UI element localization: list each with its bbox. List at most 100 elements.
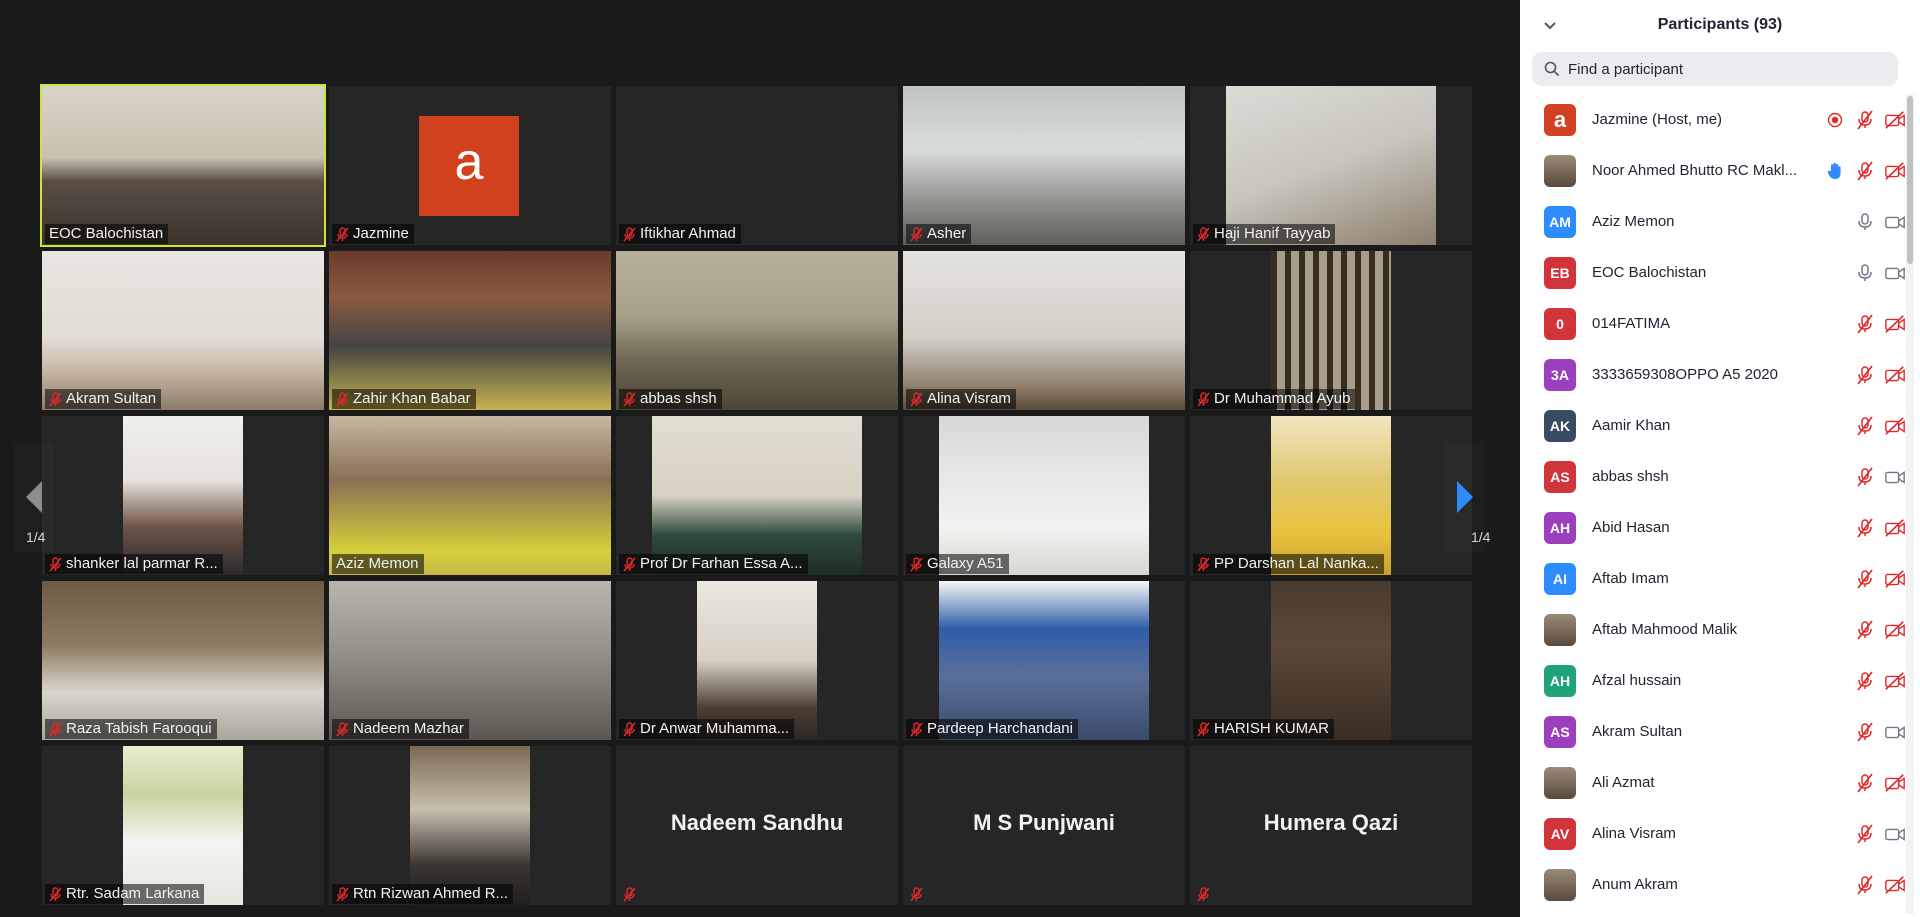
participant-row[interactable]: AM Aziz Memon — [1520, 196, 1910, 247]
video-tile[interactable]: Alina Visram — [903, 251, 1185, 410]
video-tile[interactable]: shanker lal parmar R... — [42, 416, 324, 575]
participant-list[interactable]: a Jazmine (Host, me) Noor Ahmed Bhutto RC … — [1520, 94, 1910, 910]
video-tile[interactable]: M S Punjwani — [903, 746, 1185, 905]
participant-name: Ali Azmat — [1592, 774, 1655, 791]
participant-status-icons — [1854, 466, 1906, 487]
participant-avatar: AS — [1544, 715, 1576, 748]
video-status[interactable] — [1884, 569, 1906, 589]
participant-row[interactable]: Noor Ahmed Bhutto RC Makl... — [1520, 145, 1910, 196]
video-tile[interactable]: Galaxy A51 — [903, 416, 1185, 575]
gallery-view: EOC Balochistan a Jazmine Iftikhar Ahmad Ash… — [0, 0, 1520, 917]
participant-row[interactable]: EB EOC Balochistan — [1520, 247, 1910, 298]
participant-row[interactable]: AH Abid Hasan — [1520, 502, 1910, 553]
mic-status[interactable] — [1854, 212, 1876, 232]
video-off-icon — [1885, 110, 1905, 129]
video-status[interactable] — [1884, 416, 1906, 436]
video-tile[interactable]: abbas shsh — [616, 251, 898, 410]
video-tile[interactable]: Dr Anwar Muhamma... — [616, 581, 898, 740]
video-tile[interactable]: Dr Muhammad Ayub — [1190, 251, 1472, 410]
participant-row[interactable]: AH Afzal hussain — [1520, 655, 1910, 706]
mic-status[interactable] — [1854, 517, 1876, 538]
mic-status[interactable] — [1854, 721, 1876, 742]
mic-status[interactable] — [1854, 670, 1876, 691]
video-status[interactable] — [1884, 212, 1906, 232]
participant-name: Raza Tabish Farooqui — [66, 720, 212, 737]
participant-row[interactable]: 0 014FATIMA — [1520, 298, 1910, 349]
search-input[interactable] — [1568, 60, 1868, 78]
participant-row[interactable]: AK Aamir Khan — [1520, 400, 1910, 451]
mic-status[interactable] — [1854, 160, 1876, 181]
video-status[interactable] — [1884, 467, 1906, 487]
mic-status[interactable] — [1854, 313, 1876, 334]
video-tile[interactable]: Nadeem Mazhar — [329, 581, 611, 740]
video-off-icon — [1885, 314, 1905, 333]
raised-hand-indicator[interactable] — [1824, 161, 1846, 181]
participant-row[interactable]: Ali Azmat — [1520, 757, 1910, 808]
participant-row[interactable]: AS Akram Sultan — [1520, 706, 1910, 757]
video-tile[interactable]: Rtn Rizwan Ahmed R... — [329, 746, 611, 905]
video-tile[interactable]: Humera Qazi — [1190, 746, 1472, 905]
video-status[interactable] — [1884, 824, 1906, 844]
mic-muted-icon — [1857, 160, 1873, 181]
video-tile[interactable]: Rtr. Sadam Larkana — [42, 746, 324, 905]
video-tile[interactable]: Zahir Khan Babar — [329, 251, 611, 410]
video-tile[interactable]: Pardeep Harchandani — [903, 581, 1185, 740]
video-tile[interactable]: Akram Sultan — [42, 251, 324, 410]
video-tile[interactable]: Haji Hanif Tayyab — [1190, 86, 1472, 245]
participant-row[interactable]: AV Alina Visram — [1520, 808, 1910, 859]
participant-row[interactable]: Anum Akram — [1520, 859, 1910, 910]
mic-status[interactable] — [1854, 415, 1876, 436]
participant-row[interactable]: AI Aftab Imam — [1520, 553, 1910, 604]
participant-display-name: Humera Qazi — [1263, 810, 1399, 835]
mic-status[interactable] — [1854, 568, 1876, 589]
video-status[interactable] — [1884, 722, 1906, 742]
video-status[interactable] — [1884, 671, 1906, 691]
video-status[interactable] — [1884, 263, 1906, 283]
video-feed — [1271, 251, 1391, 410]
mic-status[interactable] — [1854, 364, 1876, 385]
video-tile[interactable]: PP Darshan Lal Nanka... — [1190, 416, 1472, 575]
mic-status[interactable] — [1854, 772, 1876, 793]
video-tile[interactable]: Asher — [903, 86, 1185, 245]
video-status[interactable] — [1884, 875, 1906, 895]
video-status[interactable] — [1884, 110, 1906, 130]
video-tile[interactable]: Nadeem Sandhu — [616, 746, 898, 905]
video-feed — [1271, 581, 1391, 740]
participant-status-icons — [1854, 364, 1906, 385]
video-status[interactable] — [1884, 365, 1906, 385]
participant-name: Jazmine (Host, me) — [1592, 111, 1723, 128]
video-status[interactable] — [1884, 314, 1906, 334]
mic-status[interactable] — [1854, 823, 1876, 844]
video-tile[interactable]: HARISH KUMAR — [1190, 581, 1472, 740]
video-status[interactable] — [1884, 620, 1906, 640]
scrollbar-thumb[interactable] — [1907, 96, 1913, 264]
participant-row[interactable]: Aftab Mahmood Malik — [1520, 604, 1910, 655]
video-tile[interactable]: Raza Tabish Farooqui — [42, 581, 324, 740]
mic-status[interactable] — [1854, 263, 1876, 283]
participant-row[interactable]: a Jazmine (Host, me) — [1520, 94, 1910, 145]
participant-status-icons — [1824, 160, 1906, 181]
mic-status[interactable] — [1854, 619, 1876, 640]
video-tile[interactable]: EOC Balochistan — [40, 84, 326, 247]
mic-status[interactable] — [1854, 466, 1876, 487]
video-tile[interactable]: Iftikhar Ahmad — [616, 86, 898, 245]
video-status[interactable] — [1884, 161, 1906, 181]
participant-row[interactable]: AS abbas shsh — [1520, 451, 1910, 502]
video-status[interactable] — [1884, 518, 1906, 538]
mic-status[interactable] — [1854, 109, 1876, 130]
participant-name: Alina Visram — [1592, 825, 1676, 842]
video-tile[interactable]: Prof Dr Farhan Essa A... — [616, 416, 898, 575]
video-tile[interactable]: a Jazmine — [329, 86, 611, 245]
mic-status[interactable] — [1854, 874, 1876, 895]
video-status[interactable] — [1884, 773, 1906, 793]
participant-status-icons — [1854, 263, 1906, 283]
participant-search[interactable] — [1532, 52, 1898, 86]
participant-name: Aftab Imam — [1592, 570, 1669, 587]
participant-row[interactable]: 3A 3333659308OPPO A5 2020 — [1520, 349, 1910, 400]
tile-nameplate: HARISH KUMAR — [1193, 719, 1335, 739]
video-tile[interactable]: Aziz Memon — [329, 416, 611, 575]
mic-muted-icon — [910, 226, 923, 242]
participant-display-name: Nadeem Sandhu — [670, 810, 844, 835]
mic-muted-icon — [623, 721, 636, 737]
participant-name: Rtr. Sadam Larkana — [66, 885, 200, 902]
